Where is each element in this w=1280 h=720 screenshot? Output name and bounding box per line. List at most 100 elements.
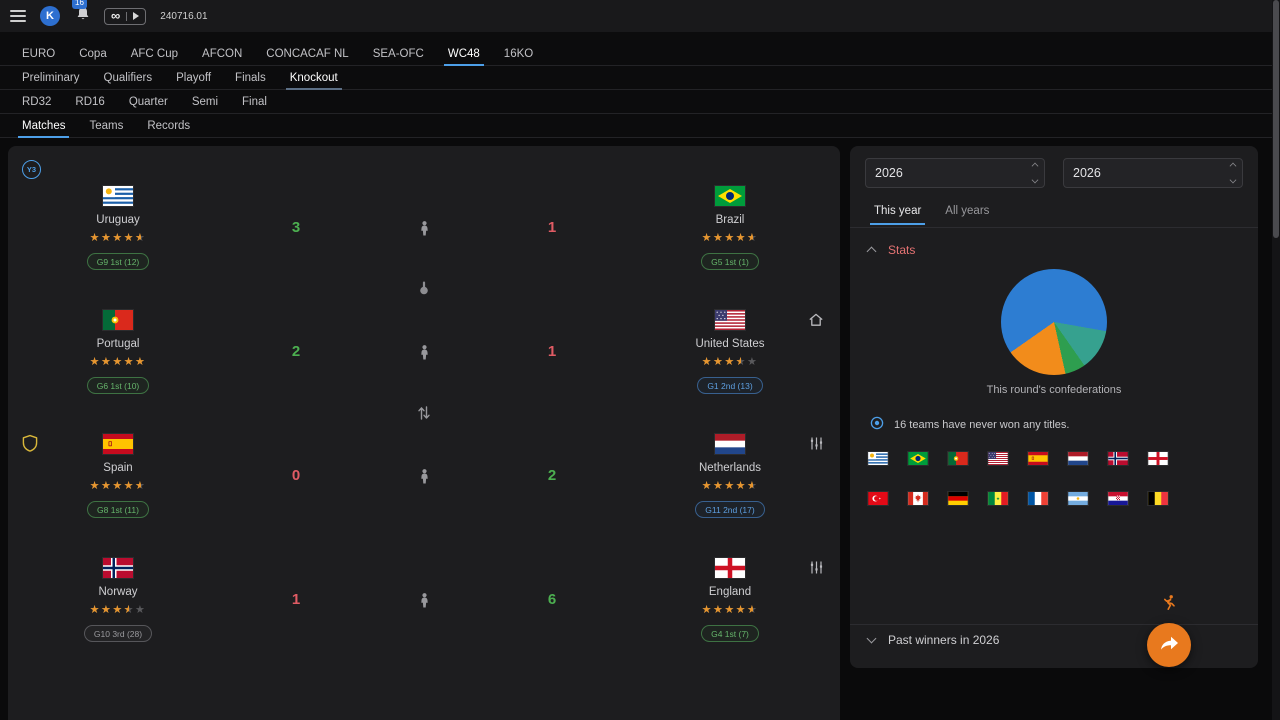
star-rating: ★★★★★★★★★★ xyxy=(90,357,147,368)
flag-brazil xyxy=(715,186,745,206)
flag-france xyxy=(1028,492,1048,505)
tab-16ko[interactable]: 16KO xyxy=(492,42,545,65)
flag-uruguay xyxy=(868,452,888,465)
expand-icon xyxy=(867,634,877,644)
tab-all-years[interactable]: All years xyxy=(935,199,999,225)
group-result-badge: G4 1st (7) xyxy=(701,625,759,642)
divider xyxy=(850,624,1258,625)
topbar: K 16 ∞ 240716.01 xyxy=(0,0,1280,32)
group-result-badge: G10 3rd (28) xyxy=(84,625,152,642)
shield-icon[interactable] xyxy=(21,434,39,458)
flag-portugal xyxy=(103,310,133,330)
team-name: Uruguay xyxy=(96,214,139,226)
menu-icon[interactable] xyxy=(10,10,26,22)
sliders-icon[interactable] xyxy=(809,560,824,580)
swap-icon[interactable] xyxy=(417,405,431,426)
tab-playoff[interactable]: Playoff xyxy=(164,66,223,89)
tab-matches[interactable]: Matches xyxy=(10,114,77,137)
tab-concacaf-nl[interactable]: CONCACAF NL xyxy=(254,42,360,65)
advance-fab[interactable] xyxy=(1147,623,1191,667)
team-portugal[interactable]: Portugal ★★★★★★★★★★ G6 1st (10) xyxy=(8,310,228,434)
flag-portugal xyxy=(948,452,968,465)
spinner-arrows[interactable] xyxy=(1230,163,1236,183)
chevron-up-icon xyxy=(1032,163,1039,170)
auto-play-control[interactable]: ∞ xyxy=(104,8,146,25)
flag-belgium xyxy=(1148,492,1168,505)
flag-netherlands xyxy=(715,434,745,454)
stats-section-title: Stats xyxy=(888,243,915,257)
tab-wc48[interactable]: WC48 xyxy=(436,42,492,65)
flag-senegal xyxy=(988,492,1008,505)
year-to-spinner[interactable]: 2026 xyxy=(1063,158,1243,188)
tab-copa[interactable]: Copa xyxy=(67,42,119,65)
tab-afcon[interactable]: AFCON xyxy=(190,42,254,65)
tab-euro[interactable]: EURO xyxy=(10,42,67,65)
nav-row-rounds: RD32RD16QuarterSemiFinal xyxy=(0,90,1280,114)
confederations-pie-chart xyxy=(1001,269,1107,375)
team-name: Brazil xyxy=(716,214,745,226)
avatar[interactable]: K xyxy=(40,6,60,26)
tab-this-year[interactable]: This year xyxy=(864,199,931,225)
tab-final[interactable]: Final xyxy=(230,90,279,113)
hand-icon[interactable] xyxy=(418,281,430,300)
tab-rd32[interactable]: RD32 xyxy=(10,90,63,113)
page-scrollbar xyxy=(1272,0,1280,720)
team-name: Norway xyxy=(99,586,138,598)
tab-afc-cup[interactable]: AFC Cup xyxy=(119,42,190,65)
group-result-badge: G9 1st (12) xyxy=(87,253,150,270)
tab-quarter[interactable]: Quarter xyxy=(117,90,180,113)
home-score: 2 xyxy=(228,310,364,434)
home-icon[interactable] xyxy=(808,312,824,332)
infinity-icon: ∞ xyxy=(111,9,120,22)
team-united-states[interactable]: United States ★★★★★★★★★★ G1 2nd (13) xyxy=(620,310,840,434)
tab-teams[interactable]: Teams xyxy=(77,114,135,137)
team-uruguay[interactable]: Uruguay ★★★★★★★★★★ G9 1st (12) xyxy=(8,186,228,310)
team-brazil[interactable]: Brazil ★★★★★★★★★★ G5 1st (1) xyxy=(620,186,840,310)
tab-records[interactable]: Records xyxy=(135,114,202,137)
team-spain[interactable]: Spain ★★★★★★★★★★ G8 1st (11) xyxy=(8,434,228,558)
match-row-4[interactable]: Norway ★★★★★★★★★★ G10 3rd (28) 1 6 Engla… xyxy=(8,558,840,682)
year-from-spinner[interactable]: 2026 xyxy=(865,158,1045,188)
stats-section-toggle[interactable]: Stats xyxy=(868,243,915,257)
flag-row xyxy=(868,492,1168,505)
app-window: K 16 ∞ 240716.01 EUROCopaAFC CupAFCONCON… xyxy=(0,0,1280,720)
tab-semi[interactable]: Semi xyxy=(180,90,230,113)
year-scope-tabs: This yearAll years xyxy=(864,199,999,225)
round-badge[interactable]: Y3 xyxy=(22,160,41,179)
spinner-arrows[interactable] xyxy=(1032,163,1038,183)
team-netherlands[interactable]: Netherlands ★★★★★★★★★★ G11 2nd (17) xyxy=(620,434,840,558)
tab-rd16[interactable]: RD16 xyxy=(63,90,116,113)
tab-finals[interactable]: Finals xyxy=(223,66,278,89)
star-rating: ★★★★★★★★★★ xyxy=(90,481,147,492)
runner-icon[interactable] xyxy=(1160,594,1178,617)
group-result-badge: G11 2nd (17) xyxy=(695,501,764,518)
past-winners-toggle[interactable]: Past winners in 2026 xyxy=(868,633,999,647)
tab-preliminary[interactable]: Preliminary xyxy=(10,66,92,89)
tab-qualifiers[interactable]: Qualifiers xyxy=(92,66,165,89)
team-name: Netherlands xyxy=(699,462,761,474)
match-row-1[interactable]: Uruguay ★★★★★★★★★★ G9 1st (12) 3 1 Brazi… xyxy=(8,186,840,310)
flag-united-states xyxy=(715,310,745,330)
play-icon xyxy=(133,12,139,20)
tab-sea-ofc[interactable]: SEA-OFC xyxy=(361,42,436,65)
sliders-icon[interactable] xyxy=(809,436,824,456)
flag-spain xyxy=(1028,452,1048,465)
flag-england xyxy=(715,558,745,578)
team-england[interactable]: England ★★★★★★★★★★ G4 1st (7) xyxy=(620,558,840,682)
match-row-3[interactable]: Spain ★★★★★★★★★★ G8 1st (11) 0 2 Netherl… xyxy=(8,434,840,558)
team-name: Spain xyxy=(103,462,132,474)
flag-netherlands xyxy=(1068,452,1088,465)
team-norway[interactable]: Norway ★★★★★★★★★★ G10 3rd (28) xyxy=(8,558,228,682)
tab-knockout[interactable]: Knockout xyxy=(278,66,350,89)
match-row-2[interactable]: Portugal ★★★★★★★★★★ G6 1st (10) 2 1 Unit… xyxy=(8,310,840,434)
disc-icon xyxy=(870,416,884,433)
person-icon xyxy=(364,434,484,558)
build-number: 240716.01 xyxy=(160,11,207,22)
star-rating: ★★★★★★★★★★ xyxy=(702,233,759,244)
nav-row-competitions: EUROCopaAFC CupAFCONCONCACAF NLSEA-OFCWC… xyxy=(0,42,1280,66)
scrollbar-thumb[interactable] xyxy=(1273,0,1279,238)
home-score: 1 xyxy=(228,558,364,682)
person-icon xyxy=(364,558,484,682)
notifications-button[interactable]: 16 xyxy=(76,6,90,26)
away-score: 2 xyxy=(484,434,620,558)
